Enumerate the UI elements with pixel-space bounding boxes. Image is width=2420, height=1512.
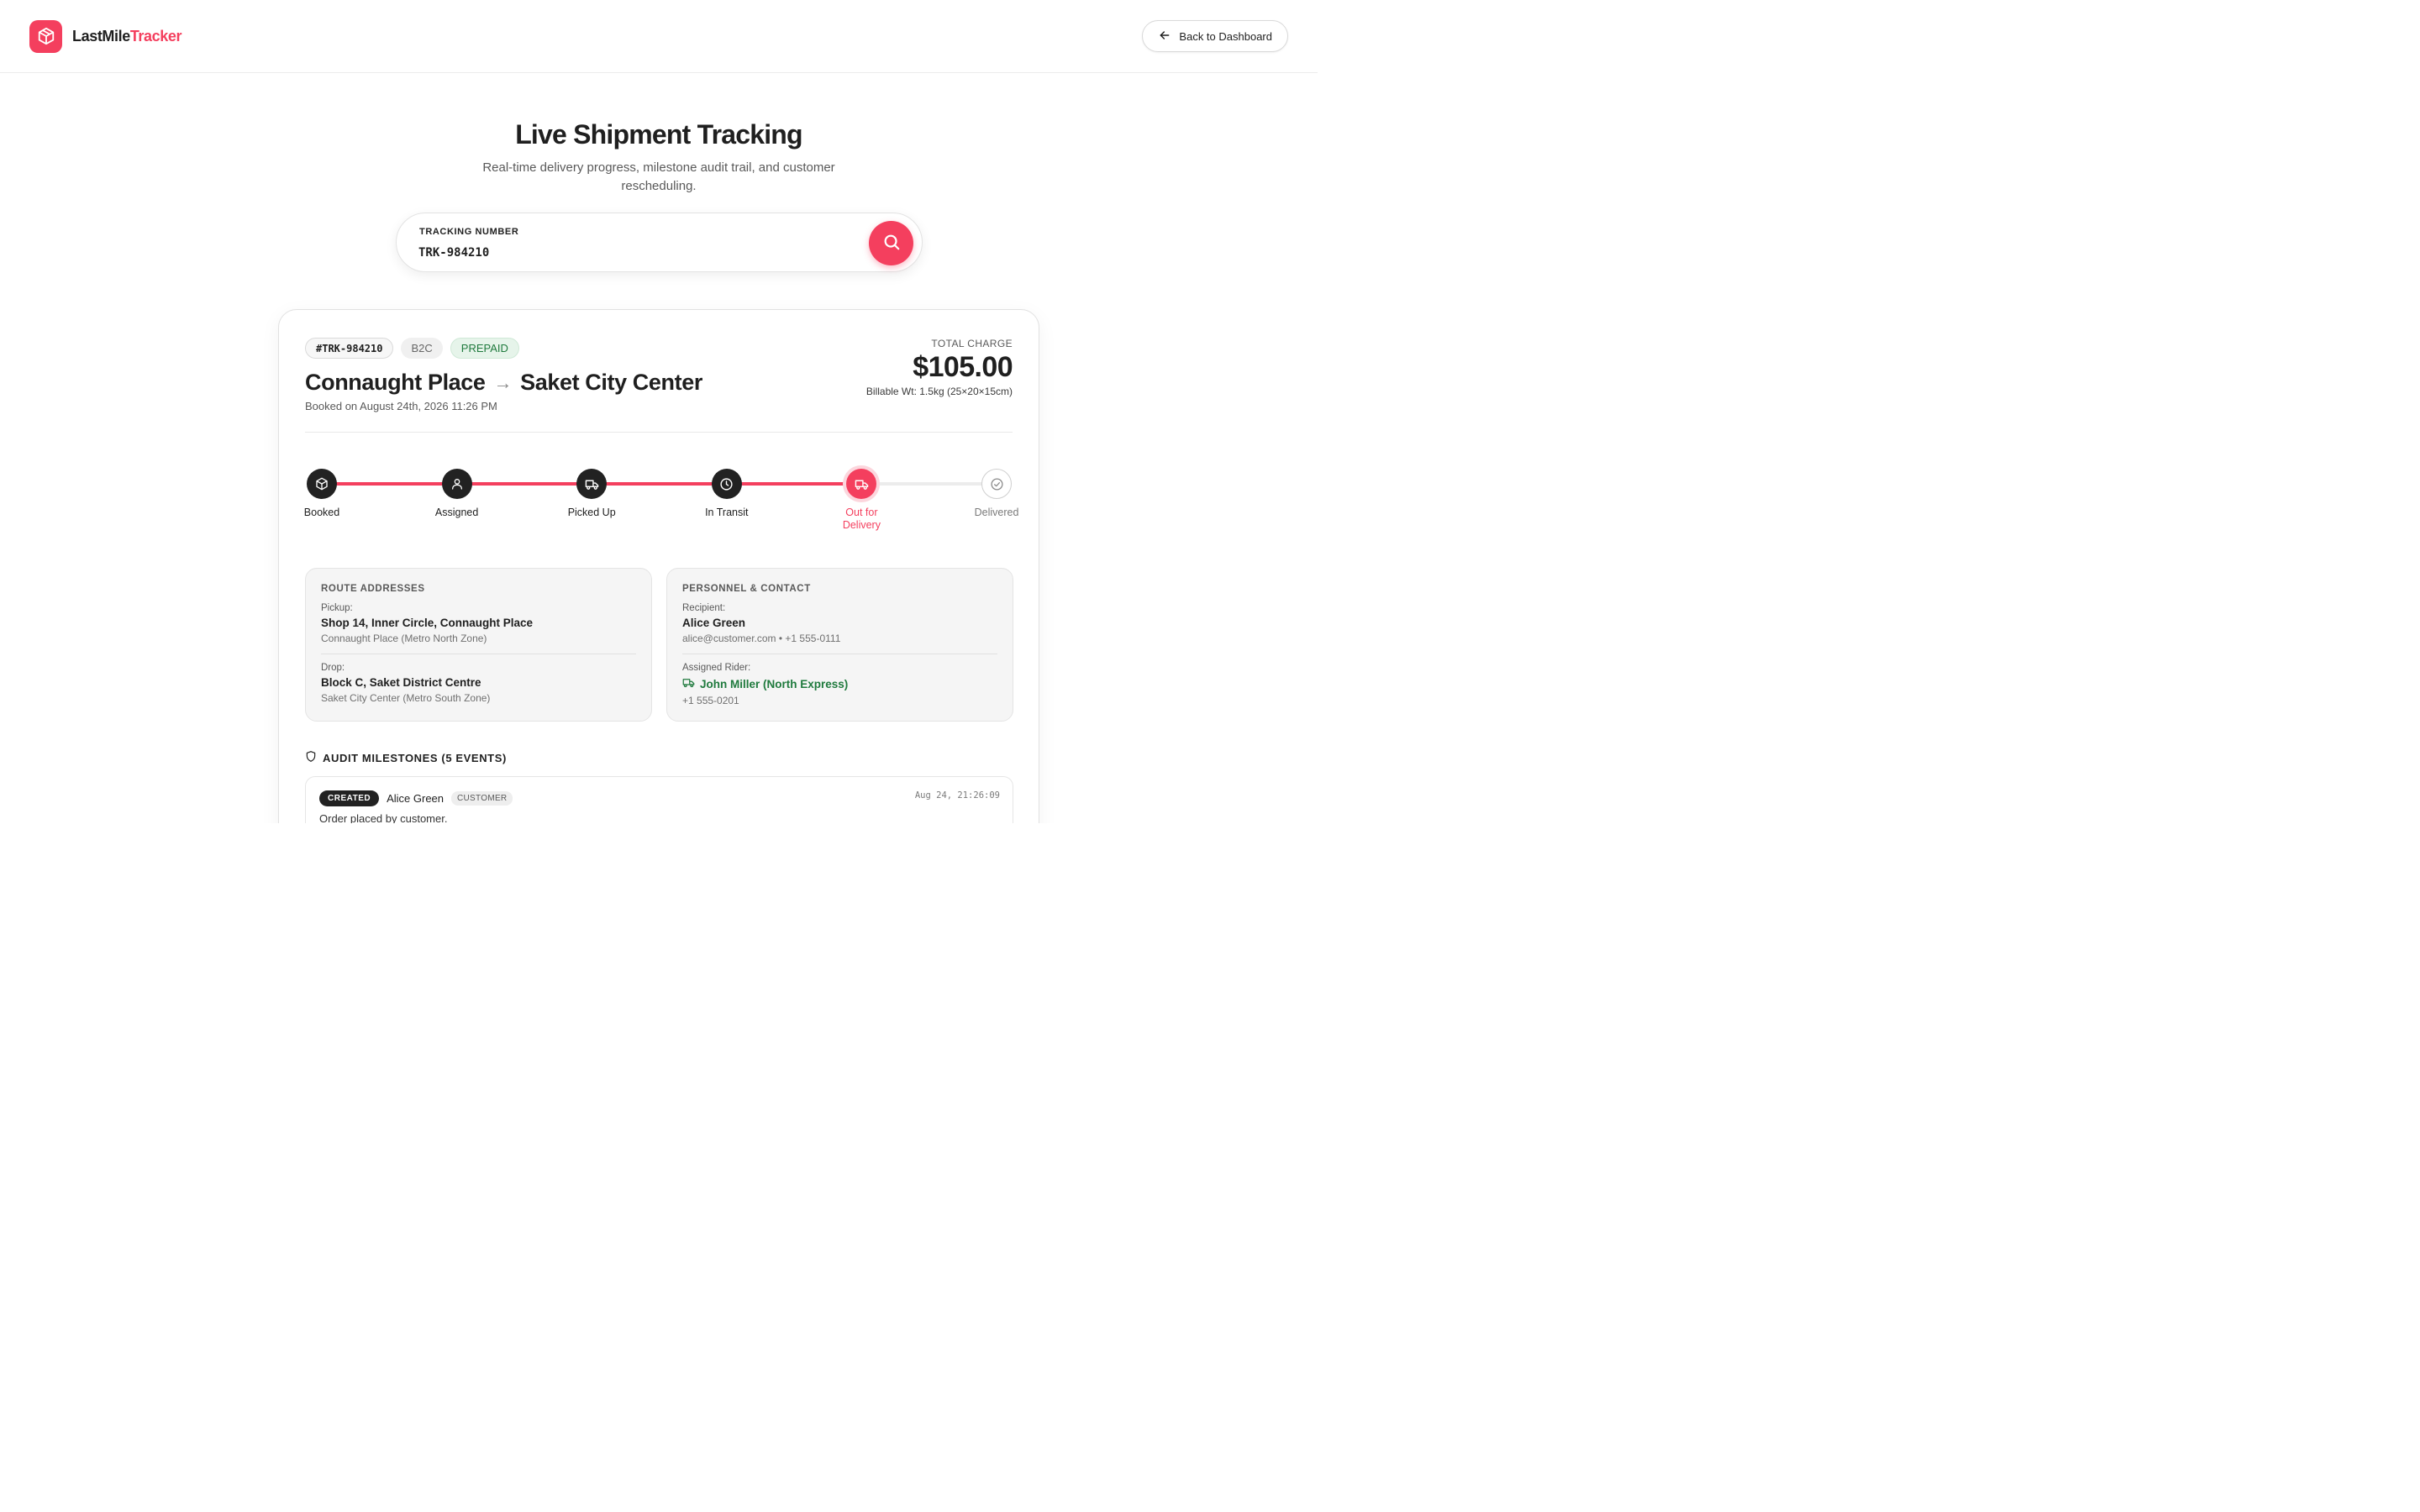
step-label: Booked bbox=[303, 507, 340, 518]
step-picked-up: Picked Up bbox=[554, 468, 629, 519]
event-role-badge: CUSTOMER bbox=[451, 791, 513, 806]
divider bbox=[305, 432, 1013, 433]
rider-section: Assigned Rider: John Miller (North Expre… bbox=[682, 654, 997, 706]
rider-phone: +1 555-0201 bbox=[682, 695, 739, 706]
drop-section: Drop: Block C, Saket District Centre Sak… bbox=[321, 654, 636, 704]
audit-milestones-heading: AUDIT MILESTONES (5 EVENTS) bbox=[305, 750, 507, 765]
event-type-badge: CREATED bbox=[319, 790, 380, 806]
audit-event-header: CREATED Alice Green CUSTOMER bbox=[319, 790, 999, 806]
step-out-for-delivery: Out for Delivery bbox=[823, 468, 899, 532]
tracking-search: TRACKING NUMBER bbox=[396, 213, 923, 272]
total-charge: TOTAL CHARGE $105.00 Billable Wt: 1.5kg … bbox=[866, 338, 1013, 397]
shipment-card: #TRK-984210 B2C PREPAID Connaught Place … bbox=[278, 309, 1039, 823]
pickup-key: Pickup: bbox=[321, 603, 353, 613]
back-to-dashboard-button[interactable]: Back to Dashboard bbox=[1142, 20, 1288, 52]
brand-name-part2: Tracker bbox=[129, 27, 182, 45]
recipient-contact: alice@customer.com • +1 555-0111 bbox=[682, 633, 841, 644]
recipient-key: Recipient: bbox=[682, 603, 726, 613]
truck-icon bbox=[682, 676, 695, 691]
pickup-address: Shop 14, Inner Circle, Connaught Place bbox=[321, 617, 534, 629]
step-label: In Transit bbox=[705, 507, 749, 518]
personnel-contact-panel: PERSONNEL & CONTACT Recipient: Alice Gre… bbox=[666, 568, 1013, 722]
event-actor: Alice Green bbox=[387, 792, 445, 805]
step-label: Assigned bbox=[434, 507, 479, 518]
recipient-name: Alice Green bbox=[682, 617, 746, 629]
page-title: Live Shipment Tracking bbox=[515, 119, 802, 150]
pickup-zone: Connaught Place (Metro North Zone) bbox=[321, 633, 487, 644]
route-addresses-panel: ROUTE ADDRESSES Pickup: Shop 14, Inner C… bbox=[305, 568, 652, 722]
progress-tracker: Booked Assigned Picked Up In Transit Out… bbox=[304, 468, 1018, 535]
destination-name: Saket City Center bbox=[520, 370, 702, 395]
top-bar: LastMileTracker Back to Dashboard bbox=[0, 0, 1318, 73]
user-icon bbox=[441, 469, 472, 499]
package-logo-icon bbox=[29, 19, 62, 53]
tracking-number-label: TRACKING NUMBER bbox=[419, 227, 519, 237]
page-subtitle: Real-time delivery progress, milestone a… bbox=[482, 160, 835, 193]
box-icon bbox=[307, 469, 337, 499]
tracking-id-badge: #TRK-984210 bbox=[305, 338, 394, 359]
truck-icon bbox=[576, 469, 608, 499]
back-to-dashboard-label: Back to Dashboard bbox=[1179, 29, 1272, 43]
clock-icon bbox=[711, 469, 742, 499]
drop-zone: Saket City Center (Metro South Zone) bbox=[321, 692, 491, 704]
audit-milestones-title: AUDIT MILESTONES (5 EVENTS) bbox=[323, 751, 507, 764]
event-timestamp: Aug 24, 21:26:09 bbox=[914, 790, 1000, 801]
step-assigned: Assigned bbox=[419, 468, 495, 519]
step-in-transit: In Transit bbox=[689, 468, 765, 519]
drop-key: Drop: bbox=[321, 663, 345, 673]
audit-event: CREATED Alice Green CUSTOMER Aug 24, 21:… bbox=[305, 776, 1013, 823]
page: LastMileTracker Back to Dashboard Live S… bbox=[0, 0, 1318, 823]
step-label: Picked Up bbox=[567, 507, 616, 518]
shipment-tags: #TRK-984210 B2C PREPAID bbox=[305, 338, 519, 359]
rider-name: John Miller (North Express) bbox=[700, 677, 849, 690]
route-heading: Connaught Place → Saket City Center bbox=[305, 370, 702, 396]
truck-icon bbox=[846, 469, 877, 499]
origin-name: Connaught Place bbox=[305, 370, 486, 395]
personnel-contact-title: PERSONNEL & CONTACT bbox=[682, 584, 811, 594]
total-charge-label: TOTAL CHARGE bbox=[931, 338, 1013, 349]
total-charge-value: $105.00 bbox=[913, 351, 1013, 383]
search-button[interactable] bbox=[869, 221, 913, 265]
drop-address: Block C, Saket District Centre bbox=[321, 676, 481, 689]
check-circle-icon bbox=[981, 469, 1012, 499]
booked-date: Booked on August 24th, 2026 11:26 PM bbox=[305, 400, 497, 412]
rider-key: Assigned Rider: bbox=[682, 663, 751, 673]
billable-weight: Billable Wt: 1.5kg (25×20×15cm) bbox=[865, 386, 1013, 397]
brand-name: LastMileTracker bbox=[72, 28, 182, 45]
search-icon bbox=[882, 233, 901, 254]
pickup-section: Pickup: Shop 14, Inner Circle, Connaught… bbox=[321, 603, 636, 644]
payment-status-badge: PREPAID bbox=[450, 338, 519, 359]
tracking-number-input[interactable] bbox=[418, 244, 822, 262]
route-addresses-title: ROUTE ADDRESSES bbox=[321, 584, 425, 594]
event-note: Order placed by customer. bbox=[319, 812, 448, 823]
step-label: Out for Delivery bbox=[842, 507, 881, 531]
shield-icon bbox=[305, 750, 317, 765]
rider-link[interactable]: John Miller (North Express) bbox=[682, 676, 997, 691]
hero: Live Shipment Tracking Real-time deliver… bbox=[0, 119, 1318, 196]
arrow-left-icon bbox=[1158, 29, 1171, 45]
brand-name-part1: LastMile bbox=[72, 27, 130, 45]
recipient-section: Recipient: Alice Green alice@customer.co… bbox=[682, 603, 997, 644]
step-label: Delivered bbox=[974, 507, 1019, 518]
step-booked: Booked bbox=[284, 468, 360, 519]
brand[interactable]: LastMileTracker bbox=[29, 19, 182, 53]
shipment-type-badge: B2C bbox=[401, 338, 443, 359]
route-arrow: → bbox=[493, 371, 513, 393]
step-delivered: Delivered bbox=[959, 468, 1034, 519]
